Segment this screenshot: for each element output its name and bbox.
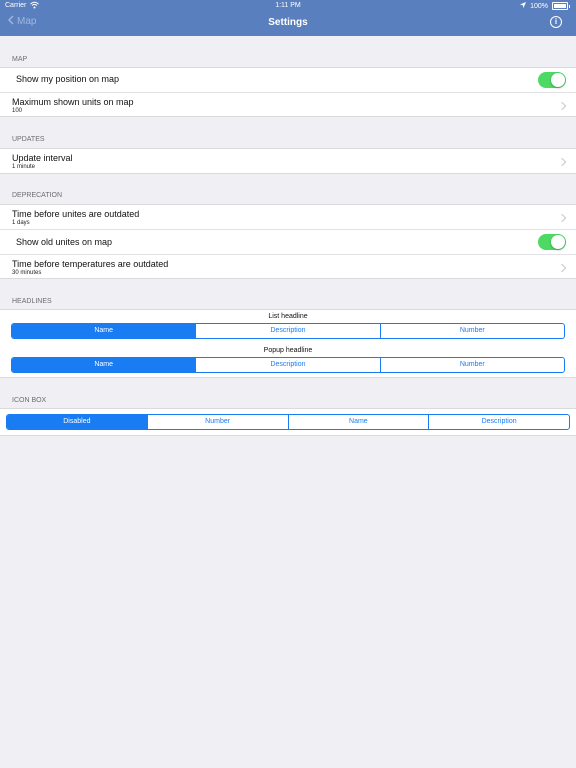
updates-group: Update interval 1 minute [0,148,576,174]
update-interval-label: Update interval [12,153,73,163]
section-header-map: MAP [12,56,28,63]
show-old-label: Show old unites on map [16,237,113,247]
chevron-right-icon [557,263,567,273]
iconbox-option-disabled[interactable]: Disabled [7,415,147,429]
list-headline-label: List headline [268,313,308,320]
iconbox-option-description[interactable]: Description [428,415,569,429]
section-header-deprecation: DEPRECATION [12,192,63,199]
location-arrow-icon [520,2,527,10]
show-old-row: Show old unites on map [0,230,576,255]
popup-headline-option-description[interactable]: Description [195,358,379,372]
show-old-toggle[interactable] [538,234,566,250]
page-title: Settings [268,17,308,28]
status-bar: Carrier 1:11 PM 100% [0,0,576,12]
max-units-row[interactable]: Maximum shown units on map 100 [0,93,576,117]
temps-outdated-label: Time before temperatures are outdated [12,259,169,269]
navigation-bar: Map Settings i [0,12,576,36]
max-units-value: 100 [12,108,23,114]
iconbox-option-name[interactable]: Name [287,415,429,429]
deprecation-group: Time before unites are outdated 1 days S… [0,204,576,279]
chevron-right-icon [557,157,567,167]
chevron-right-icon [557,213,567,223]
status-time: 1:11 PM [275,2,301,9]
show-position-label: Show my position on map [16,74,120,84]
section-header-headlines: HEADLINES [12,298,52,305]
units-outdated-label: Time before unites are outdated [12,209,140,219]
show-position-toggle[interactable] [538,72,566,88]
update-interval-row[interactable]: Update interval 1 minute [0,149,576,173]
chevron-right-icon [557,101,567,111]
temps-outdated-row[interactable]: Time before temperatures are outdated 30… [0,255,576,279]
info-icon[interactable]: i [550,16,562,28]
list-headline-segmented-control: Name Description Number [11,323,565,339]
section-header-updates: UPDATES [12,136,45,143]
battery-icon [552,2,568,10]
section-header-iconbox: ICON BOX [12,397,47,404]
popup-headline-label: Popup headline [263,347,313,354]
units-outdated-row[interactable]: Time before unites are outdated 1 days [0,205,576,230]
popup-headline-option-number[interactable]: Number [379,358,564,372]
max-units-label: Maximum shown units on map [12,97,134,107]
battery-percent: 100% [530,2,548,10]
list-headline-option-number[interactable]: Number [379,324,564,338]
update-interval-value: 1 minute [12,164,36,170]
popup-headline-segmented-control: Name Description Number [11,357,565,373]
iconbox-option-number[interactable]: Number [146,415,288,429]
show-position-row: Show my position on map [0,68,576,93]
map-group: Show my position on map Maximum shown un… [0,67,576,117]
units-outdated-value: 1 days [12,220,30,226]
popup-headline-option-name[interactable]: Name [12,358,196,372]
temps-outdated-value: 30 minutes [12,270,42,276]
list-headline-option-name[interactable]: Name [12,324,196,338]
iconbox-segmented-control: Disabled Number Name Description [6,414,570,430]
list-headline-option-description[interactable]: Description [195,324,379,338]
